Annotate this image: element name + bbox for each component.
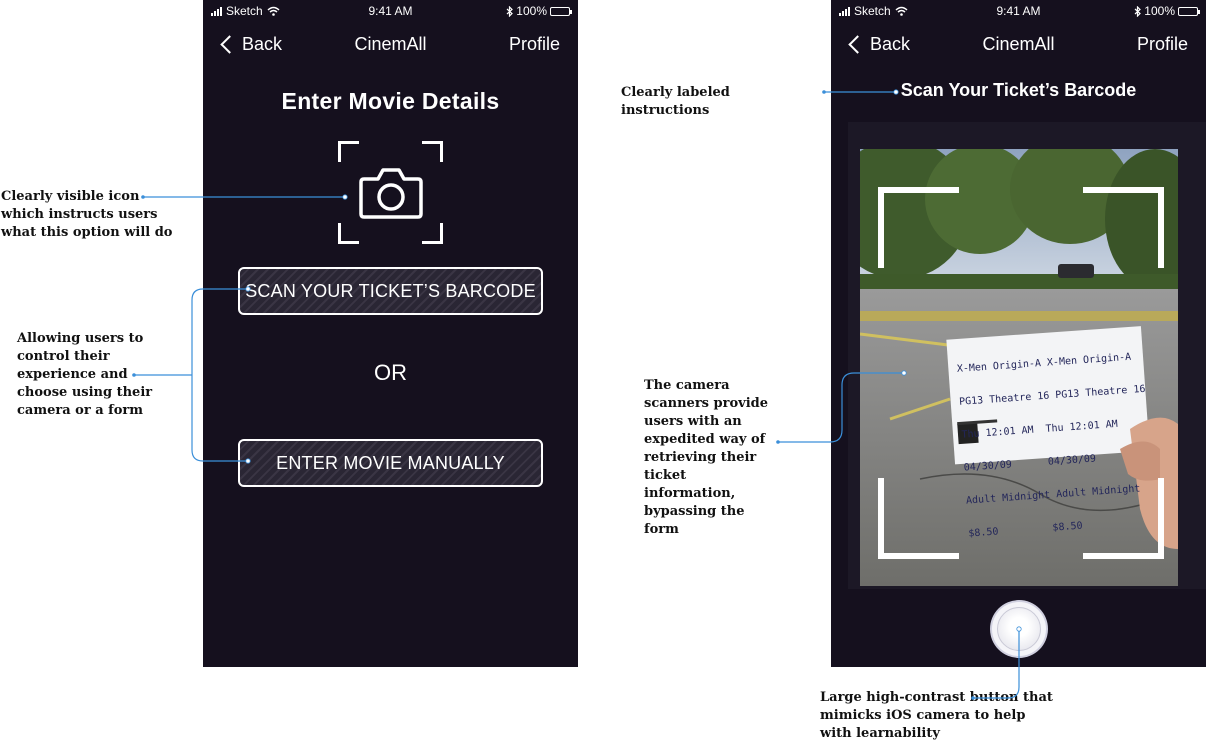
annotation-connectors bbox=[132, 89, 1022, 700]
connector-shutter bbox=[973, 629, 1020, 699]
connector-camera bbox=[778, 372, 904, 443]
connector-choice bbox=[134, 288, 248, 462]
